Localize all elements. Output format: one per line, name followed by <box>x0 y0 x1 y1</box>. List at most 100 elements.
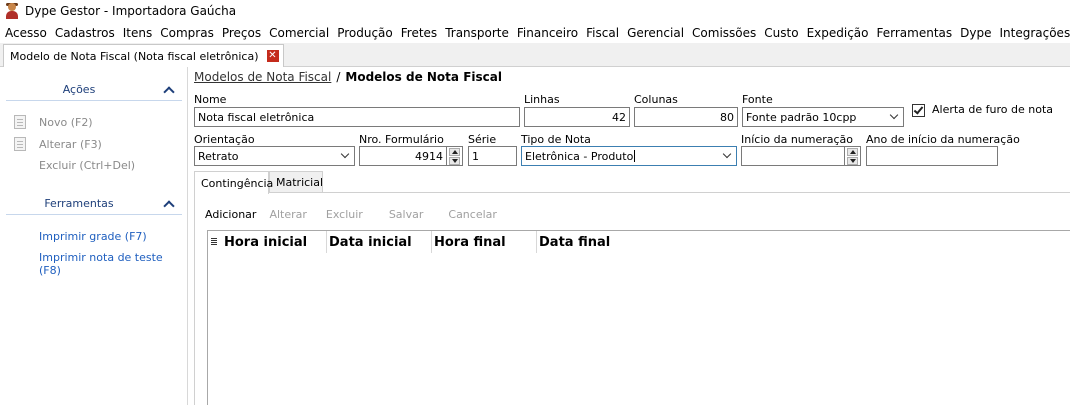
adicionar-button[interactable]: Adicionar <box>205 208 256 221</box>
acoes-section-header[interactable]: Ações <box>6 79 182 101</box>
nro-formulario-spinner[interactable] <box>447 146 463 166</box>
app-logo-icon <box>4 3 20 19</box>
spin-down-icon[interactable] <box>847 157 858 165</box>
column-header-data-final[interactable]: Data final <box>537 231 642 253</box>
menu-dype[interactable]: Dype <box>956 26 995 40</box>
column-header-hora-inicial[interactable]: Hora inicial <box>222 231 327 253</box>
ano-inicio-field[interactable] <box>866 146 998 166</box>
menu-comercial[interactable]: Comercial <box>265 26 333 40</box>
alterar-action[interactable]: Alterar (F3) <box>14 137 102 151</box>
inicio-numeracao-field[interactable] <box>741 146 845 166</box>
title-bar: Dype Gestor - Importadora Gaúcha <box>0 0 1070 22</box>
novo-action-label: Novo (F2) <box>39 115 93 129</box>
menu-bar: Acesso Cadastros Itens Compras Preços Co… <box>0 22 1070 43</box>
document-tab-bar: Modelo de Nota Fiscal (Nota fiscal eletr… <box>0 43 1070 67</box>
excluir-button[interactable]: Excluir <box>326 208 363 221</box>
tab-matricial-label: Matricial <box>276 176 324 189</box>
ano-inicio-label: Ano de início da numeração <box>866 133 1020 146</box>
serie-label: Série <box>468 133 497 146</box>
nome-field[interactable]: Nota fiscal eletrônica <box>194 107 520 127</box>
nome-label: Nome <box>194 93 227 106</box>
fonte-value: Fonte padrão 10cpp <box>746 110 857 124</box>
menu-itens[interactable]: Itens <box>119 26 156 40</box>
spin-up-icon[interactable] <box>847 148 858 156</box>
breadcrumb-link[interactable]: Modelos de Nota Fiscal <box>194 70 331 84</box>
page-title: Modelos de Nota Fiscal <box>345 70 502 84</box>
orientacao-value: Retrato <box>198 149 239 163</box>
tab-contingencia-label: Contingência <box>201 176 274 190</box>
breadcrumb-separator: / <box>336 70 341 84</box>
nro-formulario-field[interactable]: 4914 <box>359 146 447 166</box>
fonte-select[interactable]: Fonte padrão 10cpp <box>742 107 904 127</box>
alerta-checkbox[interactable] <box>912 104 925 117</box>
contingencia-grid[interactable]: Hora inicial Data inicial Hora final Dat… <box>207 230 1070 405</box>
chevron-up-icon[interactable] <box>162 197 176 211</box>
spin-down-icon[interactable] <box>449 157 460 165</box>
inicio-numeracao-spinner[interactable] <box>845 146 861 166</box>
close-icon[interactable]: ✕ <box>266 50 279 62</box>
edit-document-icon <box>14 137 26 151</box>
menu-expedicao[interactable]: Expedição <box>803 26 873 40</box>
menu-cadastros[interactable]: Cadastros <box>51 26 119 40</box>
linhas-field[interactable]: 42 <box>524 107 630 127</box>
menu-compras[interactable]: Compras <box>156 26 218 40</box>
tipo-nota-label: Tipo de Nota <box>521 133 591 146</box>
check-icon <box>913 104 924 115</box>
tab-matricial[interactable]: Matricial <box>269 171 323 193</box>
new-document-icon <box>14 115 26 129</box>
column-menu-icon[interactable] <box>211 237 219 247</box>
text-caret <box>634 150 636 162</box>
menu-precos[interactable]: Preços <box>218 26 265 40</box>
window-title: Dype Gestor - Importadora Gaúcha <box>25 4 237 18</box>
alterar-button[interactable]: Alterar <box>269 208 306 221</box>
nro-formulario-value: 4914 <box>415 149 443 163</box>
ferramentas-section-header[interactable]: Ferramentas <box>6 193 182 215</box>
imprimir-grade-link[interactable]: Imprimir grade (F7) <box>39 230 147 243</box>
grid-toolbar: Adicionar Alterar Excluir Salvar Cancela… <box>205 208 510 221</box>
alerta-label: Alerta de furo de nota <box>932 103 1054 116</box>
imprimir-nota-teste-link[interactable]: Imprimir nota de teste (F8) <box>39 251 187 277</box>
ferramentas-section-title: Ferramentas <box>44 197 114 210</box>
menu-transporte[interactable]: Transporte <box>441 26 513 40</box>
chevron-down-icon[interactable] <box>338 147 354 165</box>
menu-integracoes[interactable]: Integrações <box>995 26 1070 40</box>
column-header-hora-final[interactable]: Hora final <box>432 231 537 253</box>
serie-field[interactable]: 1 <box>468 146 517 166</box>
cancelar-button[interactable]: Cancelar <box>448 208 497 221</box>
menu-fiscal[interactable]: Fiscal <box>582 26 623 40</box>
excluir-action[interactable]: Excluir (Ctrl+Del) <box>39 159 135 172</box>
spin-up-icon[interactable] <box>449 148 460 156</box>
menu-fretes[interactable]: Fretes <box>397 26 441 40</box>
chevron-up-icon[interactable] <box>162 83 176 97</box>
menu-custo[interactable]: Custo <box>760 26 802 40</box>
salvar-button[interactable]: Salvar <box>389 208 424 221</box>
menu-gerencial[interactable]: Gerencial <box>623 26 688 40</box>
nro-formulario-label: Nro. Formulário <box>359 133 444 146</box>
menu-ferramentas[interactable]: Ferramentas <box>873 26 957 40</box>
fonte-label: Fonte <box>742 93 773 106</box>
novo-action[interactable]: Novo (F2) <box>14 115 93 129</box>
inicio-numeracao-label: Início da numeração <box>741 133 854 146</box>
menu-financeiro[interactable]: Financeiro <box>513 26 582 40</box>
orientacao-select[interactable]: Retrato <box>194 146 355 166</box>
menu-producao[interactable]: Produção <box>333 26 397 40</box>
colunas-label: Colunas <box>634 93 678 106</box>
alterar-action-label: Alterar (F3) <box>39 137 102 151</box>
tipo-nota-value: Eletrônica - Produto <box>525 149 634 163</box>
nome-value: Nota fiscal eletrônica <box>198 110 315 124</box>
colunas-field[interactable]: 80 <box>634 107 738 127</box>
actions-sidebar: Ações Novo (F2) Alterar (F3) Excluir (Ct… <box>0 67 188 405</box>
tipo-nota-select[interactable]: Eletrônica - Produto <box>521 146 737 166</box>
grid-header-row: Hora inicial Data inicial Hora final Dat… <box>208 231 1070 253</box>
colunas-value: 80 <box>720 110 734 124</box>
main-content: Modelos de Nota Fiscal / Modelos de Nota… <box>189 67 1070 405</box>
menu-comissoes[interactable]: Comissões <box>688 26 760 40</box>
document-tab[interactable]: Modelo de Nota Fiscal (Nota fiscal eletr… <box>3 44 284 67</box>
linhas-label: Linhas <box>524 93 560 106</box>
chevron-down-icon[interactable] <box>887 108 903 126</box>
orientacao-label: Orientação <box>194 133 255 146</box>
column-header-data-inicial[interactable]: Data inicial <box>327 231 432 253</box>
tab-contingencia[interactable]: Contingência <box>194 171 273 194</box>
menu-acesso[interactable]: Acesso <box>0 26 51 40</box>
chevron-down-icon[interactable] <box>720 147 736 165</box>
